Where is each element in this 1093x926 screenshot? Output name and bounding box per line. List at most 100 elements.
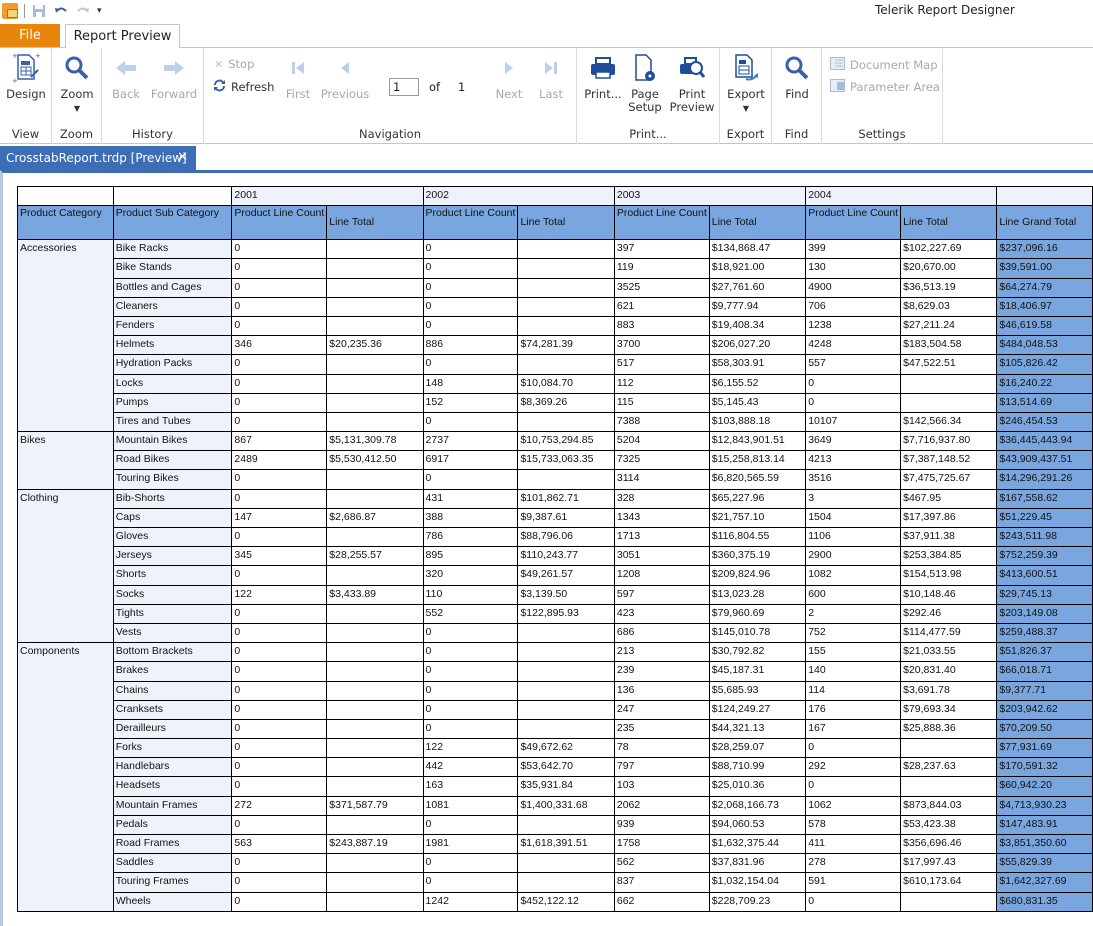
product-sub-category-cell: Gloves (112, 526, 233, 548)
group-print: Print... Page Setup Print Preview Print.… (577, 48, 720, 144)
window-title: Telerik Report Designer (875, 3, 1015, 17)
ribbon-tabs: File Report Preview (0, 24, 1093, 49)
stop-button[interactable]: ✕ Stop (214, 57, 254, 71)
file-tab[interactable]: File (0, 24, 60, 47)
line-total-cell: $35,931.84 (517, 776, 615, 797)
product-line-count-cell: 0 (231, 757, 328, 778)
product-line-count-cell: 0 (231, 661, 328, 682)
product-line-count-cell: 797 (613, 757, 710, 778)
page-setup-label-2: Setup (628, 100, 662, 114)
line-total-cell: $17,997.43 (900, 853, 998, 874)
undo-icon[interactable] (53, 3, 69, 19)
product-sub-category-cell: Brakes (112, 661, 233, 682)
find-button[interactable]: Find (779, 52, 815, 101)
find-icon (781, 52, 813, 84)
forward-button[interactable]: Forward (150, 52, 198, 101)
line-total-cell (326, 661, 424, 682)
print-label: Print... (584, 87, 622, 101)
line-total-cell: $74,281.39 (517, 335, 615, 356)
table-row: Bike Stands 0 0 119 $18,921.00 130 $20,670.00 $… (18, 258, 1093, 279)
print-preview-button[interactable]: Print Preview (670, 52, 714, 114)
line-total-cell (326, 757, 424, 778)
line-total-cell: $37,831.96 (708, 853, 807, 874)
design-button[interactable]: + + + Design (6, 52, 46, 101)
line-total-cell: $154,513.98 (900, 565, 998, 586)
line-total-cell: $21,033.55 (900, 642, 998, 663)
line-total-cell: $88,796.06 (517, 526, 615, 548)
product-sub-category-cell: Tires and Tubes (112, 411, 233, 433)
page-number-input[interactable]: 1 (389, 78, 419, 96)
product-line-count-cell: 1713 (613, 526, 710, 548)
product-line-count-cell: 1981 (422, 833, 519, 855)
product-line-count-cell: 563 (231, 833, 328, 855)
redo-icon[interactable] (75, 3, 91, 19)
next-page-button[interactable]: Next (494, 52, 524, 101)
refresh-button[interactable]: Refresh (213, 79, 274, 95)
customize-dropdown-icon[interactable]: ▾ (97, 6, 102, 16)
print-button[interactable]: Print... (583, 52, 623, 101)
line-total-cell (326, 373, 424, 394)
product-line-count-cell: 1504 (805, 507, 902, 529)
product-line-count-cell: 3700 (613, 335, 710, 356)
line-total-cell: $27,211.24 (900, 315, 998, 337)
line-total-cell: $122,895.93 (517, 603, 615, 624)
back-button[interactable]: Back (110, 52, 142, 101)
product-line-count-cell: 0 (422, 258, 519, 279)
line-total-cell: $142,566.34 (900, 411, 998, 433)
line-total-cell: $102,227.69 (900, 239, 998, 260)
product-sub-category-cell: Cranksets (112, 699, 233, 720)
product-line-count-cell: 0 (231, 469, 328, 490)
line-total-cell (900, 891, 998, 912)
product-line-count-cell: 147 (231, 507, 328, 529)
table-row: Road Frames 563 $243,887.19 1981 $1,618,391.… (18, 833, 1093, 855)
line-total-cell: $8,629.03 (900, 296, 998, 317)
line-grand-total-cell: $60,942.20 (996, 776, 1093, 797)
product-line-count-cell: 0 (231, 603, 328, 624)
product-line-count-cell: 1082 (805, 565, 902, 586)
tab-report-preview[interactable]: Report Preview (65, 24, 180, 49)
product-sub-category-cell: Road Frames (112, 833, 233, 855)
line-grand-total-cell: $77,931.69 (996, 738, 1093, 759)
line-total-cell: $30,792.82 (708, 642, 807, 663)
zoom-icon (61, 52, 93, 84)
line-total-cell: $53,642.70 (517, 757, 615, 778)
table-row: Jerseys 345 $28,255.57 895 $110,243.77 3051 $3… (18, 546, 1093, 567)
page-setup-button[interactable]: Page Setup (627, 52, 663, 114)
group-label-settings: Settings (858, 127, 906, 141)
line-total-cell: $47,522.51 (900, 354, 998, 375)
first-page-button[interactable]: First (284, 52, 312, 101)
table-row: Tires and Tubes 0 0 7388 $103,888.18 10107 $14… (18, 411, 1093, 433)
line-total-cell: $20,670.00 (900, 258, 998, 279)
save-icon[interactable] (31, 3, 47, 19)
product-line-count-cell: 1238 (805, 315, 902, 337)
line-total-cell: $124,249.27 (708, 699, 807, 720)
line-total-cell (517, 680, 615, 701)
product-line-count-cell: 597 (613, 584, 710, 605)
group-label-view: View (11, 127, 40, 141)
document-tab-crosstab-preview[interactable]: CrosstabReport.trdp [Preview] ✕ (0, 146, 196, 170)
product-line-count-cell: 0 (231, 488, 328, 509)
product-line-count-cell: 3 (805, 488, 902, 509)
product-line-count-cell: 140 (805, 661, 902, 682)
product-sub-category-cell: Mountain Bikes (112, 431, 233, 452)
export-button[interactable]: Export ▼ (726, 52, 766, 115)
parameter-area-button[interactable]: Parameter Area (830, 79, 940, 95)
line-grand-total-cell: $43,909,437.51 (996, 450, 1093, 471)
close-icon[interactable]: ✕ (177, 146, 188, 170)
line-total-cell (517, 642, 615, 663)
zoom-button[interactable]: Zoom ▼ (59, 52, 95, 115)
product-sub-category-cell: Bottles and Cages (112, 277, 233, 298)
product-line-count-cell: 6917 (422, 450, 519, 471)
document-map-button[interactable]: Document Map (830, 57, 938, 73)
table-row: Accessories Bike Racks 0 0 397 $134,868.47 399… (17, 239, 1093, 433)
line-total-cell: $58,303.91 (708, 354, 807, 375)
stop-icon: ✕ (214, 57, 224, 71)
line-grand-total-cell: $484,048.53 (996, 335, 1093, 356)
last-page-button[interactable]: Last (536, 52, 566, 101)
app-logo-icon[interactable] (2, 3, 18, 19)
product-line-count-cell: 0 (231, 738, 328, 759)
last-label: Last (539, 87, 563, 101)
document-map-icon (830, 57, 845, 73)
previous-page-button[interactable]: Previous (320, 52, 370, 101)
group-view: + + + Design View (0, 48, 52, 144)
